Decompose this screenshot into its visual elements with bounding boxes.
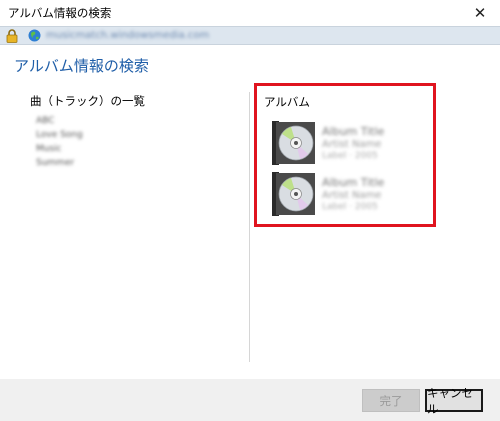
window-title: アルバム情報の検索 xyxy=(8,6,112,20)
globe-icon xyxy=(28,29,41,42)
title-bar: アルバム情報の検索 ✕ xyxy=(0,0,500,26)
lock-icon xyxy=(6,29,18,43)
finish-button[interactable]: 完了 xyxy=(362,389,420,412)
tracks-label: 曲（トラック）の一覧 xyxy=(30,94,145,108)
albums-label: アルバム xyxy=(264,95,310,109)
address-url: musicmatch.windowsmedia.com xyxy=(46,30,210,41)
track-list: ABC Love Song Music Summer xyxy=(36,116,83,172)
album-artist: Artist Name xyxy=(322,190,382,201)
cancel-button[interactable]: キャンセル xyxy=(425,386,483,416)
address-bar: musicmatch.windowsmedia.com xyxy=(0,26,500,45)
album-item[interactable]: Album Title Artist Name Label · 2005 xyxy=(272,172,432,216)
track-item: Summer xyxy=(36,158,75,168)
album-name: Album Title xyxy=(322,125,385,138)
album-item[interactable]: Album Title Artist Name Label · 2005 xyxy=(272,121,432,165)
album-name: Album Title xyxy=(322,176,385,189)
footer-bar: 完了 キャンセル xyxy=(0,379,500,421)
album-artist: Artist Name xyxy=(322,139,382,150)
page-heading: アルバム情報の検索 xyxy=(14,57,149,75)
album-extra: Label · 2005 xyxy=(322,151,378,161)
track-item: Love Song xyxy=(36,130,83,140)
track-item: ABC xyxy=(36,116,55,126)
close-button[interactable]: ✕ xyxy=(460,0,500,26)
cd-icon xyxy=(272,121,315,165)
album-extra: Label · 2005 xyxy=(322,202,378,212)
cd-icon xyxy=(272,172,315,216)
track-item: Music xyxy=(36,144,62,154)
panel-divider xyxy=(249,92,250,362)
